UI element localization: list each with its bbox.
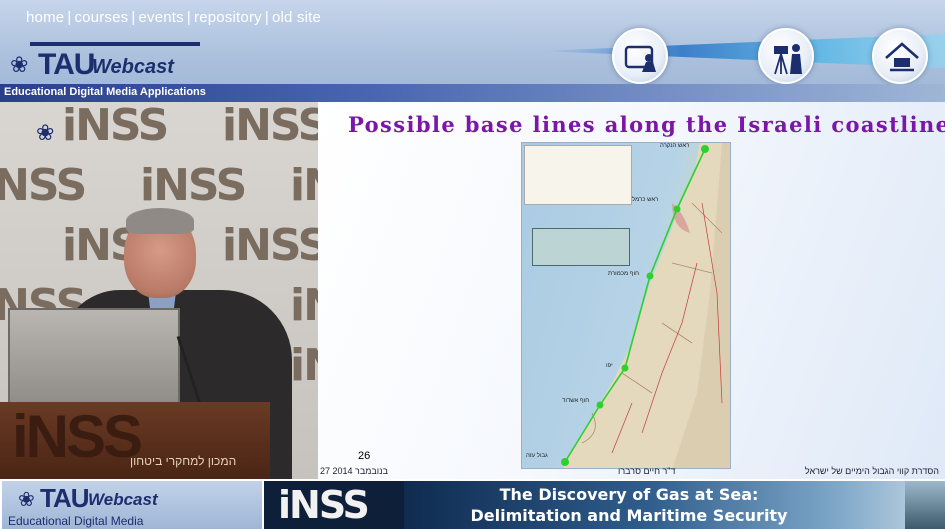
backdrop-logo: iNSS bbox=[290, 340, 318, 391]
nav-separator: | bbox=[67, 9, 72, 26]
slide-footer-author: ד"ר חיים סרברו bbox=[618, 466, 676, 476]
tau-emblem-icon: ❀ bbox=[18, 489, 35, 511]
slide-footer-title: הסדרת קווי הגבול הימיים של ישראל bbox=[804, 466, 939, 476]
map-label: חוף אשדוד bbox=[562, 398, 590, 404]
video-player[interactable]: iNSS iNSS iNSS iNSS iNSS iNSS iNSS iNSS … bbox=[0, 102, 945, 479]
presenter-screen-icon[interactable] bbox=[612, 28, 668, 84]
event-title-line2: Delimitation and Maritime Security bbox=[470, 506, 788, 525]
top-nav: home | courses | events | repository | old site bbox=[26, 9, 321, 26]
speaker-hair bbox=[126, 208, 194, 234]
banner-event-title: The Discovery of Gas at Sea: Delimitatio… bbox=[404, 481, 945, 529]
tau-emblem-icon: ❀ bbox=[10, 52, 29, 77]
map-label: יפו bbox=[606, 363, 613, 369]
slide-footer-date: 27 בנובמבר 2014 bbox=[320, 466, 389, 476]
backdrop-logo: iNSS bbox=[222, 102, 318, 151]
nav-separator: | bbox=[131, 9, 136, 26]
banner-logo-subtitle: Educational Digital Media bbox=[8, 514, 144, 528]
nav-separator: | bbox=[186, 9, 191, 26]
speaker-video: iNSS iNSS iNSS iNSS iNSS iNSS iNSS iNSS … bbox=[0, 102, 318, 479]
logo-tau-text: TAU bbox=[38, 48, 95, 81]
coastline-map: ראש הנקרה ראש כרמל חוף מכמורת יפו חוף אש… bbox=[521, 142, 731, 469]
logo-bar bbox=[30, 42, 200, 46]
map-inset-box bbox=[532, 228, 630, 266]
nav-link-events[interactable]: events bbox=[138, 9, 183, 26]
laptop-home-icon[interactable] bbox=[872, 28, 928, 84]
banner-inss-logo: iNSS bbox=[264, 481, 404, 529]
podium-subtitle: המכון למחקרי ביטחון bbox=[130, 454, 237, 468]
tagline-bar: Educational Digital Media Applications bbox=[0, 84, 945, 102]
slide-title: Possible base lines along the Israeli co… bbox=[348, 112, 945, 137]
slide-page-number: 26 bbox=[358, 450, 371, 462]
nav-separator: | bbox=[264, 9, 269, 26]
nav-link-repository[interactable]: repository bbox=[194, 9, 262, 26]
laptop-screen bbox=[8, 308, 180, 414]
ship-image bbox=[905, 481, 945, 529]
backdrop-logo: iNSS bbox=[290, 160, 318, 211]
backdrop-logo: iNSS bbox=[222, 220, 318, 271]
banner-inss-text: iNSS bbox=[278, 483, 370, 527]
map-legend bbox=[524, 145, 632, 205]
backdrop-logo: iNSS bbox=[62, 102, 169, 151]
banner-logo-tau: TAU bbox=[40, 483, 90, 513]
banner-tau-logo: ❀ TAU Webcast Educational Digital Media bbox=[2, 481, 262, 529]
nav-link-courses[interactable]: courses bbox=[74, 9, 128, 26]
backdrop-logo: iNSS bbox=[290, 280, 318, 331]
podium-logo: iNSS bbox=[12, 403, 143, 470]
inss-emblem-icon: ❀ bbox=[36, 120, 55, 145]
video-camera-icon[interactable] bbox=[758, 28, 814, 84]
map-label: ראש הנקרה bbox=[660, 143, 690, 149]
event-title-line1: The Discovery of Gas at Sea: bbox=[499, 485, 759, 504]
map-label: גבול עזה bbox=[526, 453, 548, 459]
presentation-slide: Possible base lines along the Israeli co… bbox=[318, 102, 945, 479]
tagline-text: Educational Digital Media Applications bbox=[4, 86, 206, 98]
event-banner: ❀ TAU Webcast Educational Digital Media … bbox=[0, 479, 945, 529]
backdrop-logo: iNSS bbox=[0, 160, 87, 211]
tau-webcast-logo[interactable]: ❀ TAU Webcast bbox=[8, 40, 208, 84]
banner-logo-webcast: Webcast bbox=[88, 490, 158, 509]
site-header: home | courses | events | repository | old site … bbox=[0, 0, 945, 102]
map-label: ראש כרמל bbox=[632, 197, 659, 203]
backdrop-logo: iNSS bbox=[140, 160, 247, 211]
logo-webcast-text: Webcast bbox=[92, 56, 174, 78]
map-label: חוף מכמורת bbox=[608, 271, 640, 277]
nav-link-home[interactable]: home bbox=[26, 9, 64, 26]
nav-link-old-site[interactable]: old site bbox=[272, 9, 321, 26]
